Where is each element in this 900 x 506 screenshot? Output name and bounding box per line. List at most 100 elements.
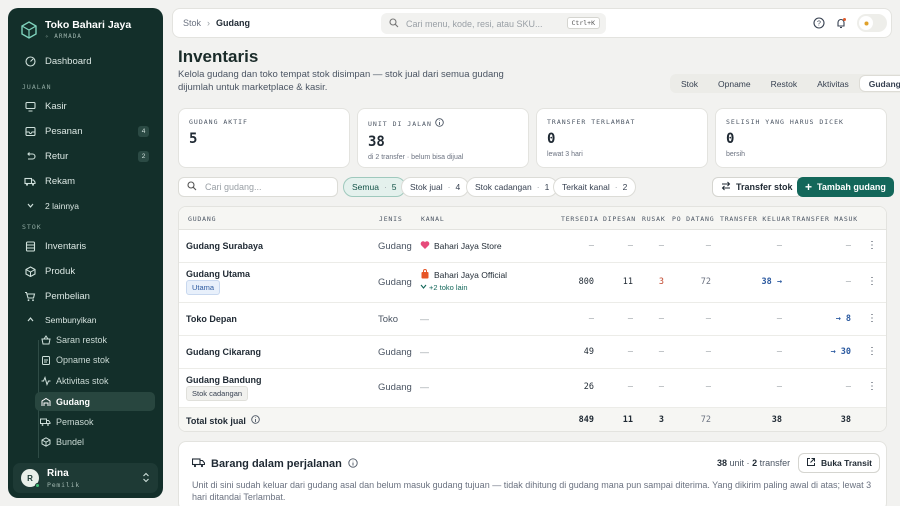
column-header-gudang[interactable]: GUDANG — [188, 207, 216, 230]
user-role: Pemilik — [47, 480, 80, 489]
stat-label: GUDANG AKTIF — [189, 118, 248, 126]
sidebar-subitem-pemasok[interactable]: Pemasok — [35, 412, 155, 431]
transfer-in-link[interactable]: → 8 — [821, 314, 851, 324]
warehouse-name[interactable]: Toko Depan — [186, 314, 237, 324]
global-search-input[interactable]: Cari menu, kode, resi, atau SKU... Ctrl+… — [381, 13, 606, 34]
sidebar-subitem-gudang[interactable]: Gudang — [35, 392, 155, 411]
total-transfer-in: 38 — [840, 415, 851, 425]
sidebar-item-pesanan[interactable]: Pesanan 4 — [15, 121, 156, 142]
sidebar-item-produk[interactable]: Produk — [15, 261, 156, 282]
sidebar-item-rekam[interactable]: Rekam — [15, 171, 156, 192]
warehouse-type: Gudang — [378, 241, 412, 252]
tab-stok[interactable]: Stok — [672, 76, 707, 91]
info-icon[interactable] — [251, 415, 260, 426]
sidebar-subitem-opname-stok[interactable]: Opname stok — [35, 350, 155, 369]
filter-chip-stok-jual[interactable]: Stok jual · 4 — [401, 177, 470, 197]
in-transit-description: Unit di sini sudah keluar dari gudang as… — [192, 480, 872, 502]
chip-separator: · — [383, 182, 387, 192]
warehouse-name[interactable]: Gudang Surabaya — [186, 241, 263, 251]
sidebar-item-label: Produk — [45, 266, 76, 277]
tab-gudang[interactable]: Gudang — [859, 76, 900, 91]
column-header-transfer-keluar[interactable]: TRANSFER KELUAR — [720, 207, 791, 230]
transfer-stock-button[interactable]: Transfer stok — [712, 177, 802, 197]
sidebar-hide-toggle[interactable]: Sembunyikan — [15, 309, 156, 330]
in-transit-title: Barang dalam perjalanan — [191, 457, 358, 471]
heart-store-icon — [420, 240, 430, 252]
filter-chip-terkait-kanal[interactable]: Terkait kanal · 2 — [553, 177, 637, 197]
table-row[interactable]: Gudang Surabaya Gudang Bahari Jaya Store… — [179, 230, 886, 263]
tab-aktivitas[interactable]: Aktivitas — [808, 76, 858, 91]
warehouse-search-input[interactable]: Cari gudang... — [178, 177, 338, 197]
column-header-transfer-masuk[interactable]: TRANSFER MASUK — [792, 207, 858, 230]
row-actions-icon[interactable]: ⋮ — [867, 276, 877, 287]
sidebar-more-label: 2 lainnya — [45, 200, 80, 211]
sidebar-item-retur[interactable]: Retur 2 — [15, 146, 156, 167]
filter-chip-semua[interactable]: Semua · 5 — [343, 177, 406, 197]
table-row[interactable]: Toko Depan Toko — — — — — — → 8 ⋮ — [179, 303, 886, 336]
sidebar-more-toggle[interactable]: 2 lainnya — [15, 195, 156, 216]
help-icon[interactable]: ? — [812, 16, 826, 30]
brand-tier: ✧ ARMADA — [45, 33, 82, 40]
column-header-rusak[interactable]: RUSAK — [642, 207, 666, 230]
available-value: 49 — [583, 347, 594, 357]
transfer-in-link[interactable]: → 30 — [821, 347, 851, 357]
transfer-out-link[interactable]: 38 → — [752, 277, 782, 287]
stat-label-row: UNIT DI JALAN — [368, 118, 518, 129]
column-header-tersedia[interactable]: TERSEDIA — [561, 207, 599, 230]
chip-count: 5 — [391, 182, 397, 192]
column-header-jenis[interactable]: JENIS — [379, 207, 403, 230]
button-label: Transfer stok — [736, 182, 793, 192]
table-row[interactable]: Gudang Utama Utama Gudang Bahari Jaya Of… — [179, 263, 886, 303]
search-icon — [187, 181, 197, 193]
row-actions-icon[interactable]: ⋮ — [867, 346, 877, 357]
channel-name: — — [420, 347, 429, 357]
sidebar-item-dashboard[interactable]: Dashboard — [15, 51, 156, 72]
brand[interactable]: Toko Bahari Jaya ✧ ARMADA — [20, 19, 131, 40]
in-transit-transfers: 2 — [752, 458, 758, 468]
transfer-arrows-icon — [721, 181, 731, 193]
column-header-po-datang[interactable]: PO DATANG — [672, 207, 714, 230]
chip-count: 1 — [544, 182, 550, 192]
add-warehouse-button[interactable]: + Tambah gudang — [797, 177, 894, 197]
bell-icon[interactable] — [834, 16, 848, 30]
warehouse-name[interactable]: Gudang Cikarang — [186, 347, 261, 357]
filter-chip-stok-cadangan[interactable]: Stok cadangan · 1 — [466, 177, 559, 197]
sidebar-subitem-aktivitas-stok[interactable]: Aktivitas stok — [35, 371, 155, 390]
breadcrumb-stok[interactable]: Stok — [183, 18, 201, 28]
user-menu[interactable]: R Rina Pemilik — [13, 463, 158, 493]
sidebar-subitem-saran-restok[interactable]: Saran restok — [35, 330, 155, 349]
row-actions-icon[interactable]: ⋮ — [867, 381, 877, 392]
row-actions-icon[interactable]: ⋮ — [867, 240, 877, 251]
ordered-value: — — [627, 382, 633, 392]
sidebar-item-inventaris[interactable]: Inventaris — [15, 236, 156, 257]
sidebar-item-label: Dashboard — [45, 56, 92, 67]
table-row[interactable]: Gudang Cikarang Gudang — 49 — — — — → 30… — [179, 336, 886, 369]
user-name: Rina — [47, 467, 69, 479]
theme-toggle[interactable] — [857, 14, 887, 32]
sidebar: Toko Bahari Jaya ✧ ARMADA Dashboard JUAL… — [8, 8, 163, 498]
table-row[interactable]: Gudang Bandung Stok cadangan Gudang — 26… — [179, 369, 886, 408]
column-header-kanal[interactable]: KANAL — [421, 207, 445, 230]
damaged-value: — — [658, 382, 664, 392]
sidebar-subitem-bundel[interactable]: Bundel — [35, 432, 155, 451]
more-channels-link[interactable]: +2 toko lain — [420, 283, 468, 292]
warehouse-name[interactable]: Gudang Bandung — [186, 375, 262, 385]
column-header-dipesan[interactable]: DIPESAN — [603, 207, 636, 230]
warehouse-name[interactable]: Gudang Utama — [186, 269, 250, 279]
tab-opname[interactable]: Opname — [709, 76, 760, 91]
avatar-initial: R — [27, 473, 33, 483]
sidebar-item-kasir[interactable]: Kasir — [15, 96, 156, 117]
chevron-up-icon — [24, 314, 36, 326]
row-actions-icon[interactable]: ⋮ — [867, 313, 877, 324]
sidebar-subitem-label: Bundel — [56, 436, 85, 447]
sidebar-subitem-label: Saran restok — [56, 334, 108, 345]
sidebar-item-pembelian[interactable]: Pembelian — [15, 286, 156, 307]
return-icon — [24, 151, 36, 163]
open-transit-button[interactable]: Buka Transit — [798, 453, 881, 473]
info-icon[interactable] — [435, 118, 444, 129]
info-icon[interactable] — [348, 457, 358, 471]
total-label: Total stok jual — [186, 415, 246, 426]
ordered-value: — — [627, 241, 633, 251]
tab-restok[interactable]: Restok — [762, 76, 806, 91]
brand-name: Toko Bahari Jaya — [45, 19, 132, 31]
